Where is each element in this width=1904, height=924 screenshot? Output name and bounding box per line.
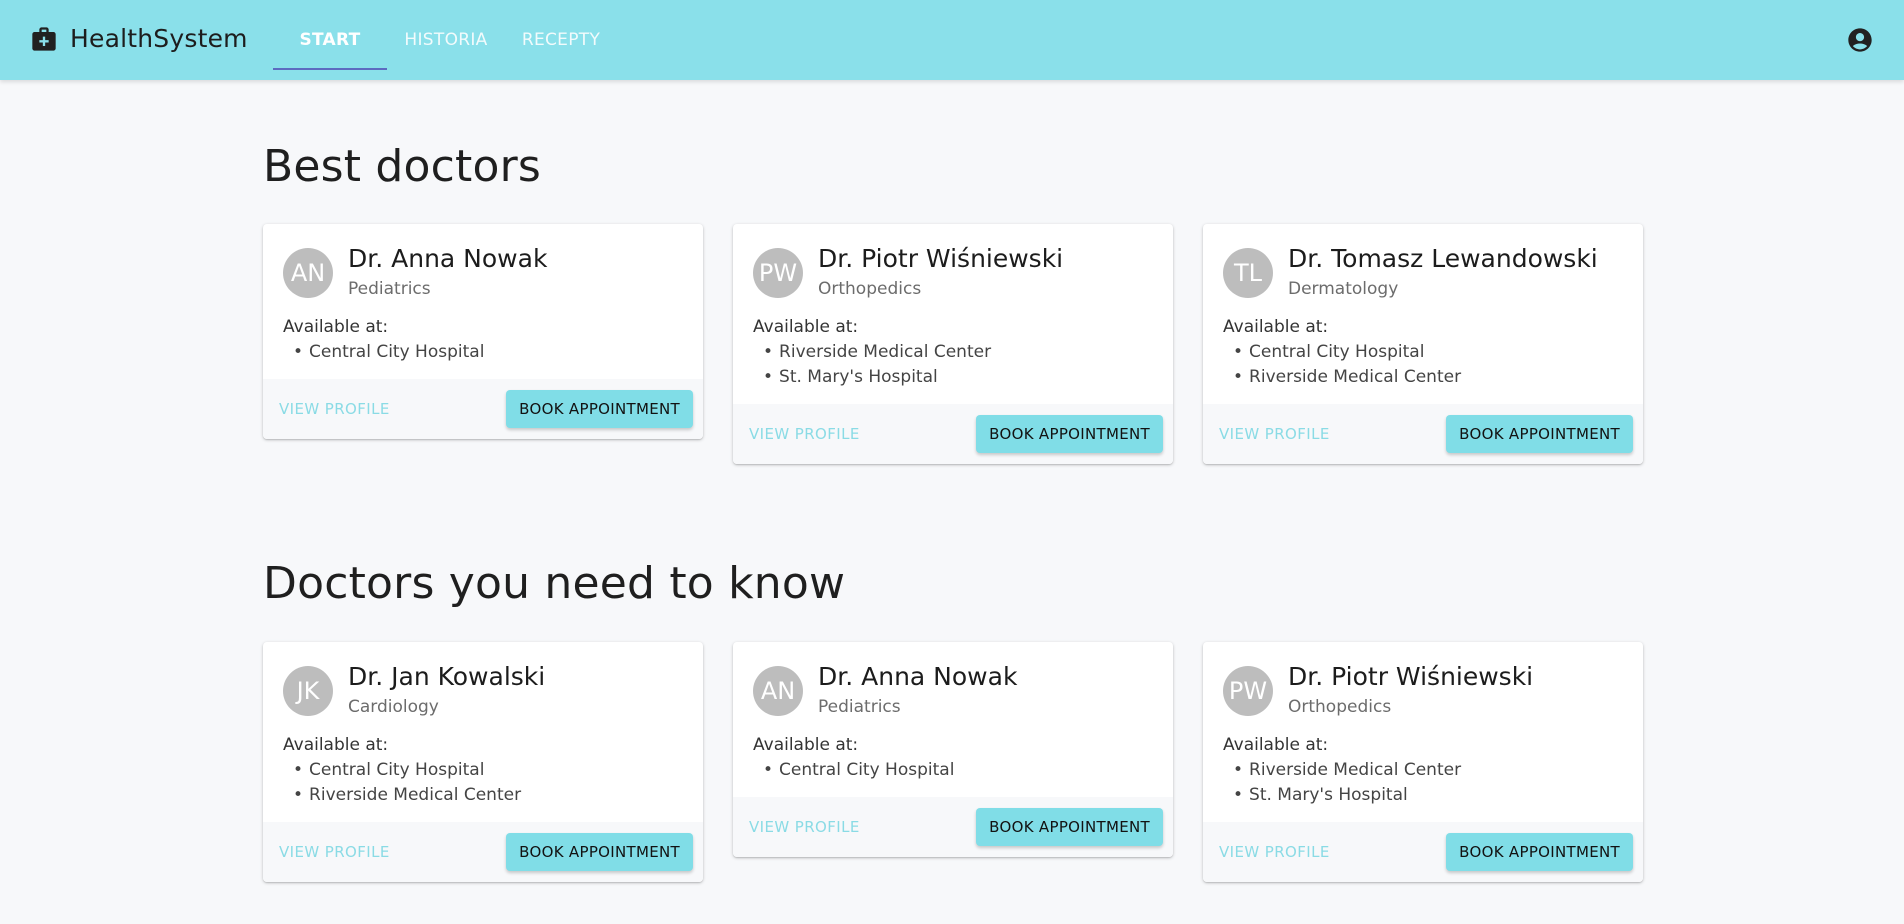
app-title: HealthSystem: [70, 24, 248, 53]
avatar: JK: [283, 665, 333, 716]
doctor-name: Dr. Anna Nowak: [818, 662, 1018, 691]
available-at-label: Available at:: [283, 735, 389, 755]
brand[interactable]: HealthSystem: [30, 24, 248, 53]
location-item: • Central City Hospital: [1233, 342, 1425, 362]
book-appointment-button[interactable]: BOOK APPOINTMENT: [1446, 833, 1633, 871]
location-list: • Central City Hospital • Riverside Medica…: [1223, 340, 1623, 390]
app-bar: HealthSystem START HISTORIA RECEPTY: [0, 0, 1904, 80]
book-appointment-button[interactable]: BOOK APPOINTMENT: [506, 833, 693, 871]
location-item: • St. Mary's Hospital: [763, 367, 938, 387]
view-profile-button[interactable]: VIEW PROFILE: [1219, 425, 1330, 443]
doctor-specialty: Pediatrics: [818, 697, 901, 717]
location-list: • Central City Hospital: [753, 758, 1153, 783]
location-list: • Riverside Medical Center • St. Mary's Ho…: [1223, 758, 1623, 808]
doctor-name: Dr. Tomasz Lewandowski: [1288, 244, 1598, 273]
section-title-doctors-you-need-to-know: Doctors you need to know: [263, 558, 846, 609]
location-item: • Riverside Medical Center: [763, 342, 992, 362]
location-item: • Riverside Medical Center: [1233, 367, 1462, 387]
location-item: • Riverside Medical Center: [1233, 760, 1462, 780]
doctor-name: Dr. Piotr Wiśniewski: [1288, 662, 1534, 691]
tab-recepty[interactable]: RECEPTY: [505, 0, 617, 80]
view-profile-button[interactable]: VIEW PROFILE: [749, 818, 860, 836]
avatar: PW: [1223, 665, 1273, 716]
available-at-label: Available at:: [283, 317, 389, 337]
doctor-card: PW Dr. Piotr Wiśniewski Orthopedics Avai…: [1203, 642, 1643, 882]
doctor-specialty: Pediatrics: [348, 279, 431, 299]
nav-tabs: START HISTORIA RECEPTY: [273, 0, 617, 80]
view-profile-button[interactable]: VIEW PROFILE: [279, 400, 390, 418]
section-title-best-doctors: Best doctors: [263, 141, 542, 192]
tab-label: HISTORIA: [404, 30, 488, 50]
location-item: • Central City Hospital: [763, 760, 955, 780]
available-at-label: Available at:: [1223, 317, 1329, 337]
book-appointment-button[interactable]: BOOK APPOINTMENT: [976, 415, 1163, 453]
doctor-specialty: Dermatology: [1288, 279, 1399, 299]
tab-start[interactable]: START: [273, 0, 387, 80]
location-list: • Riverside Medical Center • St. Mary's Ho…: [753, 340, 1153, 390]
doctor-specialty: Orthopedics: [818, 279, 922, 299]
doctor-name: Dr. Anna Nowak: [348, 244, 548, 273]
doctor-card: PW Dr. Piotr Wiśniewski Orthopedics Avai…: [733, 224, 1173, 464]
book-appointment-button[interactable]: BOOK APPOINTMENT: [1446, 415, 1633, 453]
available-at-label: Available at:: [753, 735, 859, 755]
doctor-card: JK Dr. Jan Kowalski Cardiology Available…: [263, 642, 703, 882]
account-button[interactable]: [1846, 26, 1874, 54]
view-profile-button[interactable]: VIEW PROFILE: [1219, 843, 1330, 861]
avatar: PW: [753, 247, 803, 298]
book-appointment-button[interactable]: BOOK APPOINTMENT: [506, 390, 693, 428]
doctor-card: TL Dr. Tomasz Lewandowski Dermatology Av…: [1203, 224, 1643, 464]
available-at-label: Available at:: [753, 317, 859, 337]
active-tab-indicator: [273, 68, 387, 70]
doctor-specialty: Orthopedics: [1288, 697, 1392, 717]
doctor-card: AN Dr. Anna Nowak Pediatrics Available a…: [263, 224, 703, 439]
doctor-name: Dr. Jan Kowalski: [348, 662, 546, 691]
location-item: • Riverside Medical Center: [293, 785, 522, 805]
doctor-name: Dr. Piotr Wiśniewski: [818, 244, 1064, 273]
location-item: • Central City Hospital: [293, 760, 485, 780]
available-at-label: Available at:: [1223, 735, 1329, 755]
location-list: • Central City Hospital • Riverside Medica…: [283, 758, 683, 808]
location-list: • Central City Hospital: [283, 340, 683, 365]
doctor-specialty: Cardiology: [348, 697, 439, 717]
book-appointment-button[interactable]: BOOK APPOINTMENT: [976, 808, 1163, 846]
avatar: AN: [753, 665, 803, 716]
medical-briefcase-icon: [30, 25, 58, 53]
location-item: • Central City Hospital: [293, 342, 485, 362]
avatar: TL: [1223, 247, 1273, 298]
tab-label: RECEPTY: [521, 30, 601, 50]
doctor-card: AN Dr. Anna Nowak Pediatrics Available a…: [733, 642, 1173, 857]
view-profile-button[interactable]: VIEW PROFILE: [749, 425, 860, 443]
location-item: • St. Mary's Hospital: [1233, 785, 1408, 805]
account-circle-icon: [1846, 28, 1874, 58]
tab-historia[interactable]: HISTORIA: [387, 0, 505, 80]
avatar: AN: [283, 247, 333, 298]
tab-label: START: [299, 30, 361, 50]
view-profile-button[interactable]: VIEW PROFILE: [279, 843, 390, 861]
